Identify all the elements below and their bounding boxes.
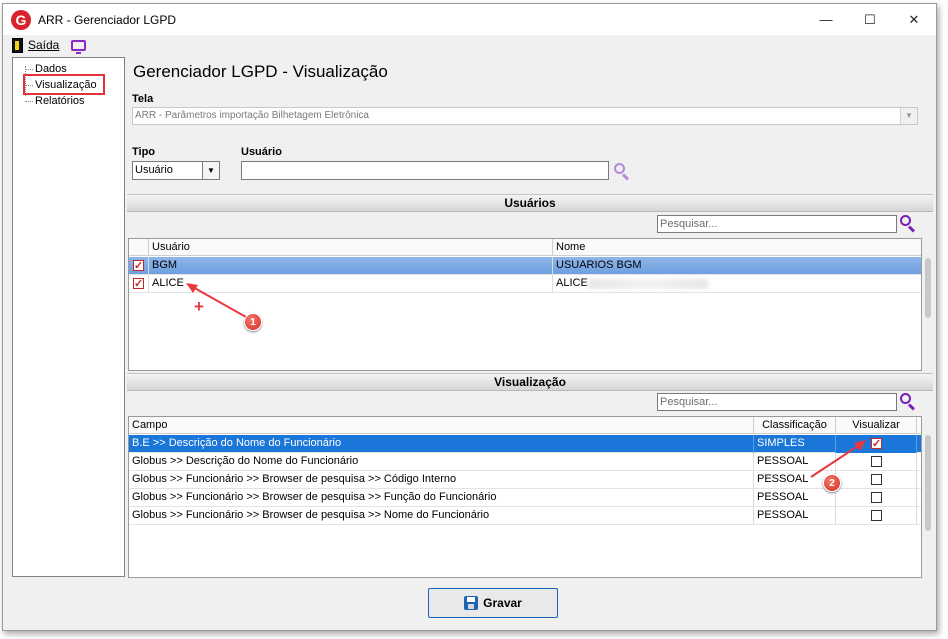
header-nome[interactable]: Nome: [553, 239, 919, 256]
table-row[interactable]: Globus >> Funcionário >> Browser de pesq…: [129, 489, 921, 507]
visualizacao-table: Campo Classificação Visualizar B.E >> De…: [128, 416, 922, 578]
row-check-cell: [129, 275, 149, 293]
title-bar: G ARR - Gerenciador LGPD — ☐ ✕: [3, 4, 936, 35]
tela-select[interactable]: ARR - Parâmetros importação Bilhetagem E…: [132, 107, 918, 125]
search-icon[interactable]: [900, 393, 916, 411]
plus-annotation: +: [194, 297, 204, 316]
usuarios-search-input[interactable]: Pesquisar...: [657, 215, 897, 233]
step-badge-2: 2: [823, 474, 841, 492]
app-window: G ARR - Gerenciador LGPD — ☐ ✕ Saída Dad…: [2, 3, 937, 631]
minimize-button[interactable]: —: [804, 4, 848, 35]
tipo-select[interactable]: Usuário ▼: [132, 161, 220, 180]
close-button[interactable]: ✕: [892, 4, 936, 35]
row-checkbox[interactable]: [133, 258, 144, 275]
usuarios-scrollbar[interactable]: [925, 258, 931, 318]
table-row[interactable]: Globus >> Funcionário >> Browser de pesq…: [129, 471, 921, 489]
visualizacao-search-input[interactable]: Pesquisar...: [657, 393, 897, 411]
search-icon[interactable]: [614, 163, 630, 181]
campo-cell: Globus >> Funcionário >> Browser de pesq…: [129, 489, 754, 507]
row-checkbox[interactable]: [133, 276, 144, 293]
table-header: Usuário Nome: [129, 239, 921, 256]
visualizar-checkbox[interactable]: [871, 474, 882, 485]
exit-door-icon[interactable]: [12, 37, 23, 53]
visualizacao-section-header: Visualização: [127, 373, 933, 391]
usuarios-table: Usuário Nome BGM USUARIOS BGM ALICE ALIC…: [128, 238, 922, 371]
visualizar-checkbox[interactable]: [871, 436, 882, 453]
visualizar-cell: [836, 507, 917, 525]
campo-cell: Globus >> Descrição do Nome do Funcionár…: [129, 453, 754, 471]
nome-text: ALICE: [556, 277, 588, 289]
visualizar-checkbox[interactable]: [871, 492, 882, 503]
usuario-label: Usuário: [241, 146, 282, 158]
usuario-input[interactable]: [241, 161, 609, 180]
usuario-cell: BGM: [149, 257, 553, 275]
visualizar-checkbox[interactable]: [871, 456, 882, 467]
tela-label: Tela: [132, 93, 154, 105]
classificacao-cell: PESSOAL: [754, 489, 836, 507]
app-logo-icon: G: [11, 9, 31, 30]
chevron-down-icon[interactable]: ▼: [202, 162, 219, 179]
visualizar-cell: [836, 471, 917, 489]
maximize-button[interactable]: ☐: [848, 4, 892, 35]
page-title: Gerenciador LGPD - Visualização: [133, 62, 388, 81]
tipo-label: Tipo: [132, 146, 156, 158]
tree-item-relatorios[interactable]: Relatórios: [23, 94, 85, 109]
menu-bar: Saída: [3, 35, 936, 55]
save-button[interactable]: Gravar: [428, 588, 558, 618]
search-icon[interactable]: [900, 215, 916, 233]
step-badge-1: 1: [244, 313, 262, 331]
exit-menu-item[interactable]: Saída: [28, 38, 59, 52]
nome-cell: USUARIOS BGM: [556, 259, 642, 271]
header-usuario[interactable]: Usuário: [149, 239, 553, 256]
table-row[interactable]: B.E >> Descrição do Nome do Funcionário S…: [129, 435, 921, 453]
highlight-box: [23, 74, 105, 95]
visualizar-cell: [836, 435, 917, 453]
save-button-label: Gravar: [483, 596, 522, 610]
visualizar-checkbox[interactable]: [871, 510, 882, 521]
floppy-disk-icon: [464, 596, 479, 610]
table-row[interactable]: BGM USUARIOS BGM: [129, 257, 921, 275]
row-check-cell: [129, 257, 149, 275]
tela-select-value: ARR - Parâmetros importação Bilhetagem E…: [135, 110, 369, 121]
campo-cell: Globus >> Funcionário >> Browser de pesq…: [129, 507, 754, 525]
visualizacao-scrollbar[interactable]: [925, 435, 931, 531]
table-row[interactable]: Globus >> Descrição do Nome do Funcionár…: [129, 453, 921, 471]
header-campo[interactable]: Campo: [129, 417, 754, 434]
nome-cell: ALICE: [553, 275, 919, 293]
visualizar-cell: [836, 489, 917, 507]
campo-cell: Globus >> Funcionário >> Browser de pesq…: [129, 471, 754, 489]
header-classificacao[interactable]: Classificação: [754, 417, 836, 434]
chevron-down-icon[interactable]: ▼: [900, 108, 917, 124]
redacted-blur: [588, 279, 708, 289]
classificacao-cell: SIMPLES: [754, 435, 836, 453]
navigation-tree: Dados Visualização Relatórios: [12, 57, 125, 577]
table-header: Campo Classificação Visualizar: [129, 417, 921, 434]
visualizar-cell: [836, 453, 917, 471]
table-row[interactable]: ALICE ALICE: [129, 275, 921, 293]
campo-cell: B.E >> Descrição do Nome do Funcionário: [129, 435, 754, 453]
tipo-select-value: Usuário: [135, 164, 173, 176]
usuarios-section-header: Usuários: [127, 194, 933, 212]
classificacao-cell: PESSOAL: [754, 507, 836, 525]
monitor-icon[interactable]: [71, 39, 87, 54]
classificacao-cell: PESSOAL: [754, 453, 836, 471]
header-check-column: [129, 239, 149, 256]
table-row[interactable]: Globus >> Funcionário >> Browser de pesq…: [129, 507, 921, 525]
window-title: ARR - Gerenciador LGPD: [38, 12, 177, 27]
header-visualizar[interactable]: Visualizar: [836, 417, 917, 434]
usuario-cell: ALICE: [149, 275, 553, 293]
